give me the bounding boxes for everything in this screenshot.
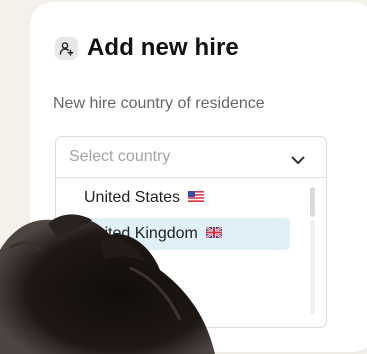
scrollbar-track[interactable] [310,220,315,315]
country-option-united-kingdom[interactable]: United Kingdom [68,218,290,250]
screen: Add new hire New hire country of residen… [0,0,367,354]
flag-dz-icon [141,261,158,279]
option-label: United States [84,189,181,206]
scrollbar-thumb[interactable] [310,187,315,217]
country-option-united-states[interactable]: United States [68,182,290,214]
country-option-angola[interactable]: Angola [68,290,290,322]
country-select[interactable]: Select country United States United King… [55,136,327,328]
page-title: Add new hire [87,34,239,61]
option-label: Angola [84,297,134,314]
flag-ao-icon [141,297,158,315]
country-select-trigger[interactable]: Select country [56,137,326,178]
option-label: Algeria [84,261,134,278]
country-field-label: New hire country of residence [53,95,265,112]
flag-us-icon [188,189,205,207]
card-header: Add new hire [55,34,239,62]
add-person-icon [55,36,78,60]
option-label: United Kingdom [84,225,198,242]
flag-gb-icon [205,225,223,243]
chevron-down-icon[interactable] [291,152,305,170]
country-option-algeria[interactable]: Algeria [68,254,290,286]
country-select-placeholder: Select country [69,148,171,165]
